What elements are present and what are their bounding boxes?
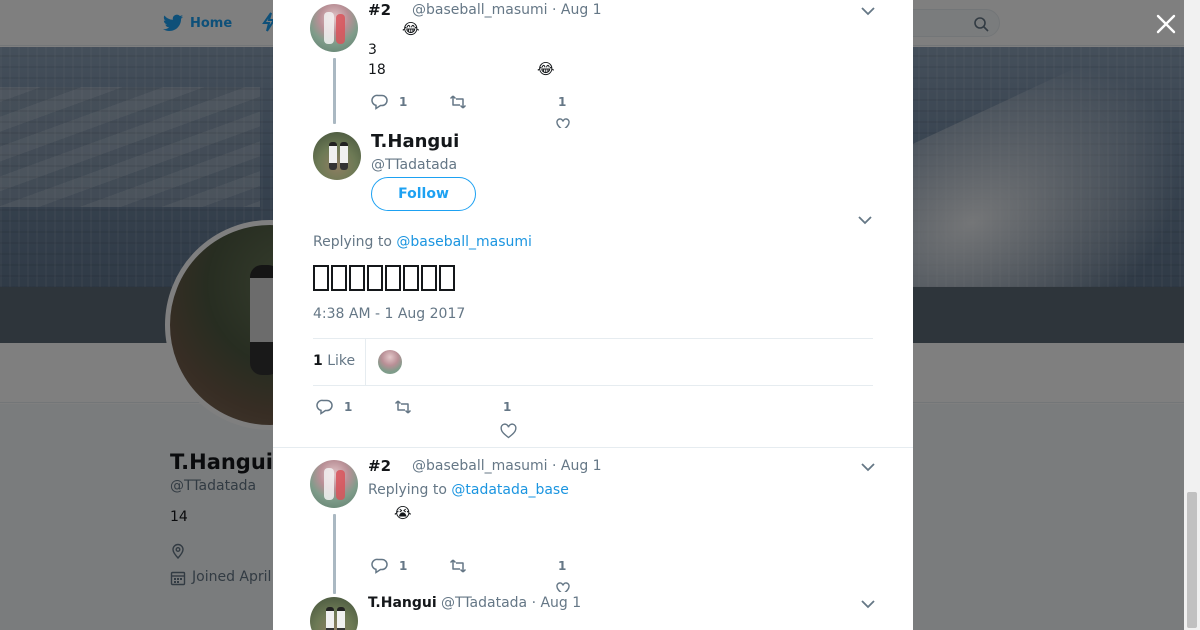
emoji: 😂 xyxy=(402,20,420,38)
reply-count: 1 xyxy=(344,400,353,414)
likes-count: 1 xyxy=(313,353,323,369)
reply-button[interactable] xyxy=(371,93,389,111)
reply-icon xyxy=(316,399,333,415)
replying-link[interactable]: @tadatada_base xyxy=(451,482,568,498)
like-count: 1 xyxy=(558,559,567,573)
reply-icon xyxy=(371,558,388,574)
scrollbar-thumb[interactable] xyxy=(1187,492,1197,628)
tweet-meta[interactable]: @baseball_masumi · Aug 1 xyxy=(412,2,602,18)
retweet-button[interactable] xyxy=(394,398,412,416)
divider xyxy=(273,447,913,448)
avatar[interactable] xyxy=(313,132,361,180)
replying-to: Replying to @tadatada_base xyxy=(368,482,569,498)
emoji: 😭 xyxy=(394,504,412,522)
like-count: 1 xyxy=(503,400,512,414)
follow-button[interactable]: Follow xyxy=(371,177,476,211)
replying-prefix: Replying to xyxy=(313,234,392,250)
chevron-down-icon[interactable] xyxy=(861,6,875,16)
replying-to: Replying to @baseball_masumi xyxy=(313,234,532,250)
likes-label: Like xyxy=(327,353,356,369)
avatar[interactable] xyxy=(310,4,358,52)
retweet-icon xyxy=(449,95,467,109)
chevron-down-icon[interactable] xyxy=(861,599,875,609)
close-icon[interactable] xyxy=(1154,12,1178,36)
heart-icon[interactable] xyxy=(556,582,570,592)
likes-stat[interactable]: 1 Like xyxy=(313,353,355,369)
like-count: 1 xyxy=(558,95,567,109)
tweet-text xyxy=(313,262,457,292)
retweet-icon xyxy=(394,400,412,414)
thread-line xyxy=(333,58,336,124)
page-scrollbar[interactable] xyxy=(1184,0,1200,630)
tweet-author-name[interactable]: T.Hangui xyxy=(371,131,459,152)
reply-button[interactable] xyxy=(316,398,334,416)
retweet-button[interactable] xyxy=(449,557,467,575)
tweet-author-name[interactable]: #2 xyxy=(368,457,391,475)
heart-icon[interactable] xyxy=(500,423,517,439)
tweet-author-name[interactable]: #2 xyxy=(368,1,391,19)
reply-count: 1 xyxy=(399,95,408,109)
tweet-author-handle[interactable]: @TTadatada xyxy=(371,157,457,173)
tweet-timestamp[interactable]: 4:38 AM - 1 Aug 2017 xyxy=(313,306,465,322)
chevron-down-icon[interactable] xyxy=(861,462,875,472)
reply-count: 1 xyxy=(399,559,408,573)
tweet-author-name[interactable]: T.Hangui xyxy=(368,595,437,611)
chevron-down-icon[interactable] xyxy=(858,215,872,225)
liker-avatar[interactable] xyxy=(378,350,402,374)
replying-prefix: Replying to xyxy=(368,482,447,498)
tweet-text: 18 xyxy=(368,62,386,78)
replying-link[interactable]: @baseball_masumi xyxy=(396,234,532,250)
tweet-meta[interactable]: @baseball_masumi · Aug 1 xyxy=(412,458,602,474)
thread-line xyxy=(333,514,336,594)
tweet-meta[interactable]: @TTadatada · Aug 1 xyxy=(441,595,581,611)
tweet-stats: 1 Like xyxy=(313,338,873,386)
reply-icon xyxy=(371,94,388,110)
reply-button[interactable] xyxy=(371,557,389,575)
heart-icon[interactable] xyxy=(556,118,570,128)
retweet-button[interactable] xyxy=(449,93,467,111)
retweet-icon xyxy=(449,559,467,573)
avatar[interactable] xyxy=(310,460,358,508)
tweet-text: 3 xyxy=(368,42,377,58)
emoji: 😂 xyxy=(537,60,555,78)
